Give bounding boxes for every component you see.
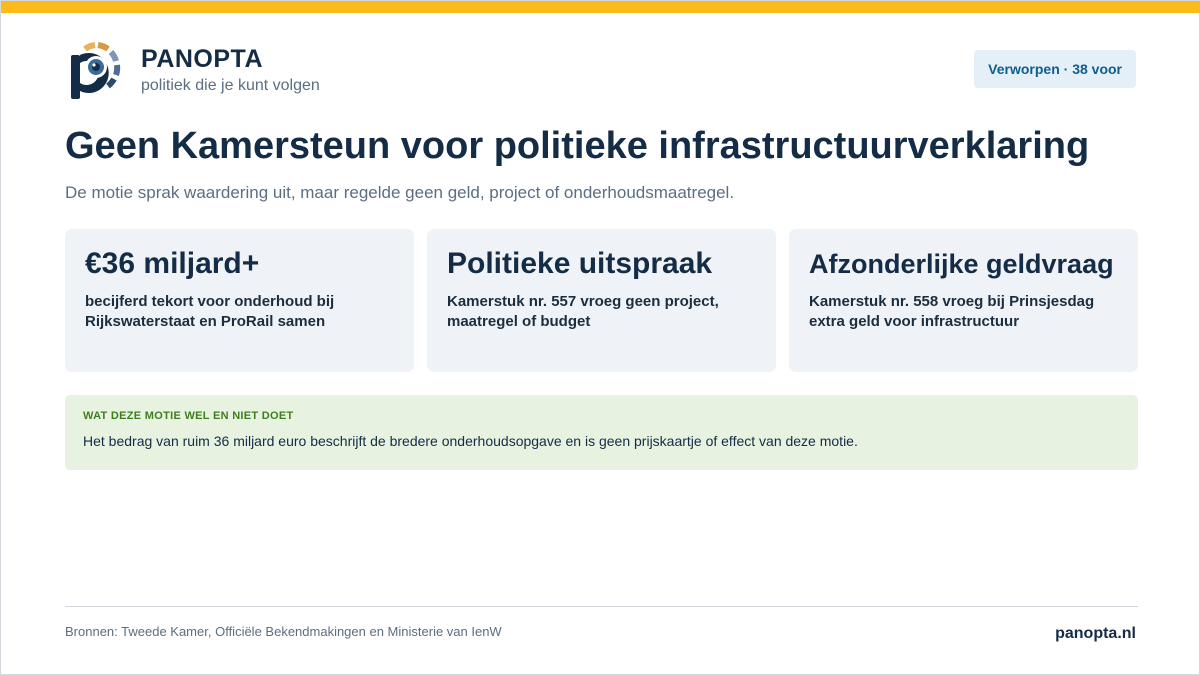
context-note: WAT DEZE MOTIE WEL EN NIET DOET Het bedr… xyxy=(65,395,1138,470)
note-text: Het bedrag van ruim 36 miljard euro besc… xyxy=(83,433,858,449)
footer-divider xyxy=(65,606,1138,607)
sources-text: Bronnen: Tweede Kamer, Officiële Bekendm… xyxy=(65,624,502,639)
page-title: Geen Kamersteun voor politieke infrastru… xyxy=(65,125,1090,167)
stat-value: €36 miljard+ xyxy=(85,247,260,280)
brand-tagline: politiek die je kunt volgen xyxy=(141,77,320,94)
stat-card: Politieke uitspraak Kamerstuk nr. 557 vr… xyxy=(427,229,776,372)
page-subtitle: De motie sprak waardering uit, maar rege… xyxy=(65,183,735,202)
stat-value: Afzonderlijke geldvraag xyxy=(809,249,1114,279)
stat-cards: €36 miljard+ becijferd tekort voor onder… xyxy=(65,229,1138,372)
stat-description: Kamerstuk nr. 557 vroeg geen project, ma… xyxy=(447,293,719,330)
stat-card: Afzonderlijke geldvraag Kamerstuk nr. 55… xyxy=(789,229,1138,372)
status-badge: Verworpen · 38 voor xyxy=(974,50,1136,88)
panopta-eye-logo-icon xyxy=(71,42,121,99)
note-label: WAT DEZE MOTIE WEL EN NIET DOET xyxy=(83,410,294,422)
accent-bar xyxy=(1,1,1200,13)
stat-card: €36 miljard+ becijferd tekort voor onder… xyxy=(65,229,414,372)
stat-description: Kamerstuk nr. 558 vroeg bij Prinsjesdag … xyxy=(809,293,1095,330)
site-link[interactable]: panopta.nl xyxy=(1055,624,1136,644)
stat-value: Politieke uitspraak xyxy=(447,247,713,280)
stat-description: becijferd tekort voor onderhoud bij Rijk… xyxy=(85,293,335,330)
share-card: PANOPTA politiek die je kunt volgen Verw… xyxy=(0,0,1200,675)
brand-name: PANOPTA xyxy=(141,45,264,73)
brand: PANOPTA politiek die je kunt volgen xyxy=(65,39,320,101)
